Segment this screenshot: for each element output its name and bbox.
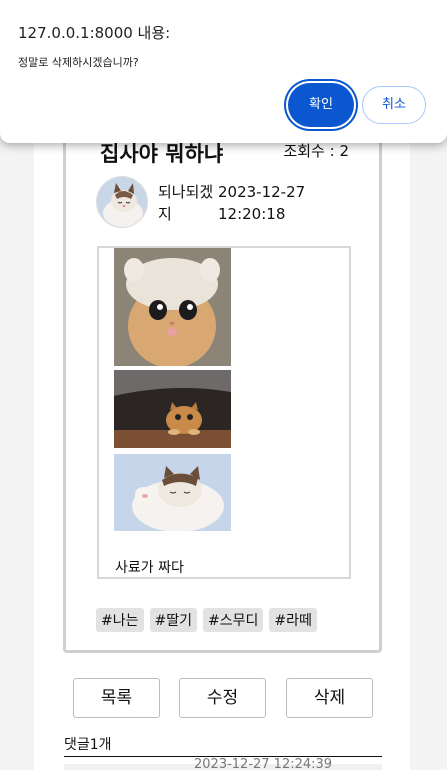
- comment-item: 2023-12-27 12:24:39: [64, 757, 382, 770]
- post-date: 2023-12-27 12:20:18: [218, 183, 306, 223]
- cat-photo-1: [114, 248, 231, 366]
- dialog-message: 정말로 삭제하시겠습니까?: [18, 56, 139, 69]
- confirm-ok-button[interactable]: 확인: [288, 83, 354, 127]
- tag-list: #나는 #딸기 #스무디 #라떼: [96, 608, 317, 632]
- confirm-cancel-button[interactable]: 취소: [362, 86, 426, 124]
- dialog-title: 127.0.0.1:8000 내용:: [18, 24, 171, 42]
- tag-item[interactable]: #스무디: [203, 608, 264, 632]
- post-body-text: 사료가 짜다: [115, 560, 184, 576]
- view-count: 조회수 : 2: [283, 142, 349, 160]
- list-button[interactable]: 목록: [73, 678, 160, 718]
- tag-item[interactable]: #라떼: [269, 608, 317, 632]
- comment-count-header: 댓글1개: [64, 734, 382, 757]
- post-content: 사료가 짜다: [97, 246, 351, 579]
- comment-date: 2023-12-27 12:24:39: [194, 757, 333, 770]
- tag-item[interactable]: #나는: [96, 608, 144, 632]
- confirm-dialog: 127.0.0.1:8000 내용: 정말로 삭제하시겠습니까? 확인 취소: [0, 0, 447, 143]
- post-card: 집사야 뭐하냐 조회수 : 2 되나되겠지 2023-12-27 12:20:1…: [63, 115, 382, 653]
- delete-button[interactable]: 삭제: [286, 678, 373, 718]
- cat-photo-3: [114, 454, 231, 531]
- author-name: 되나되겠지: [158, 183, 214, 223]
- cat-photo-2: [114, 370, 231, 448]
- edit-button[interactable]: 수정: [179, 678, 266, 718]
- tag-item[interactable]: #딸기: [149, 608, 197, 632]
- author-avatar: [96, 176, 148, 228]
